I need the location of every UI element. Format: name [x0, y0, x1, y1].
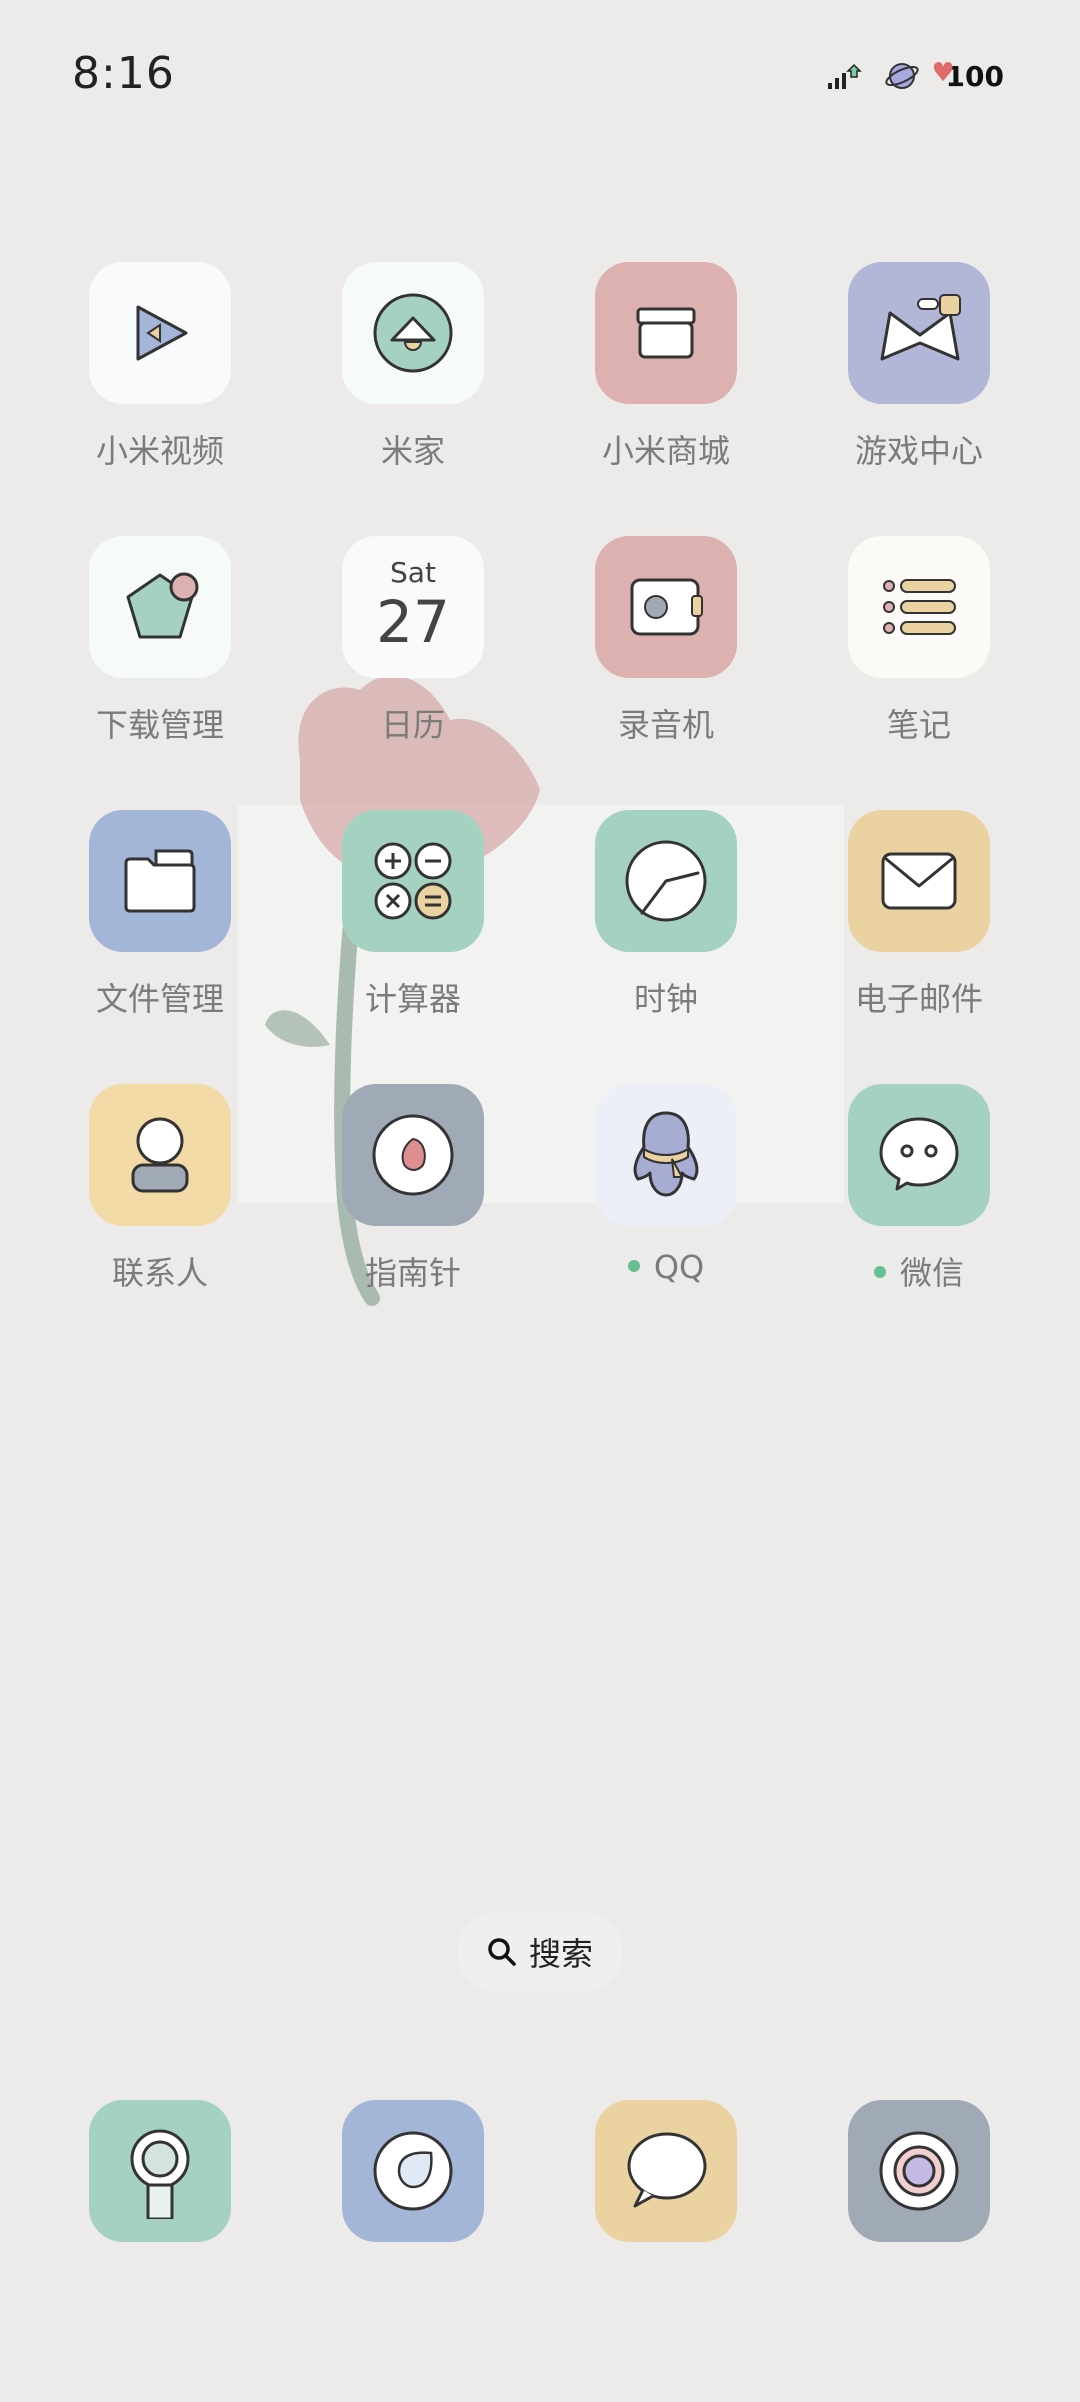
recorder-icon	[595, 536, 737, 678]
search-label: 搜索	[528, 1935, 593, 1973]
app-game-center[interactable]: 游戏中心	[819, 262, 1019, 502]
app-qq[interactable]: QQ	[566, 1084, 766, 1324]
app-xiaomi-store[interactable]: 小米商城	[566, 262, 766, 502]
compass-icon	[342, 1084, 484, 1226]
mail-icon	[848, 810, 990, 952]
game-icon	[848, 262, 990, 404]
phone-icon[interactable]	[89, 2100, 231, 2242]
app-contacts[interactable]: 联系人	[60, 1084, 260, 1324]
app-file-manager[interactable]: 文件管理	[60, 810, 260, 1050]
search-icon	[488, 1938, 516, 1966]
app-wechat[interactable]: 微信	[819, 1084, 1019, 1324]
play-icon	[89, 262, 231, 404]
dock	[0, 2100, 1080, 2250]
download-pentagon-icon	[89, 536, 231, 678]
wechat-icon	[848, 1084, 990, 1226]
app-label: 录音机	[617, 706, 714, 744]
calendar-icon: Sat 27	[342, 536, 484, 678]
app-label: QQ	[566, 1248, 766, 1286]
app-label-text: QQ	[653, 1248, 705, 1286]
clock-icon	[595, 810, 737, 952]
app-mijia[interactable]: 米家	[313, 262, 513, 502]
app-download-manager[interactable]: 下载管理	[60, 536, 260, 776]
browser-icon[interactable]	[342, 2100, 484, 2242]
app-label: 计算器	[364, 980, 461, 1018]
notification-dot	[873, 1266, 886, 1278]
app-calendar[interactable]: Sat 27 日历	[313, 536, 513, 776]
app-clock[interactable]: 时钟	[566, 810, 766, 1050]
notification-dot	[627, 1260, 640, 1272]
app-label: 小米商城	[601, 432, 730, 470]
camera-icon[interactable]	[848, 2100, 990, 2242]
app-calculator[interactable]: 计算器	[313, 810, 513, 1050]
app-notes[interactable]: 笔记	[819, 536, 1019, 776]
app-label: 日历	[380, 706, 445, 744]
app-label: 文件管理	[95, 980, 224, 1018]
notes-icon	[848, 536, 990, 678]
calendar-date: 27	[376, 588, 450, 656]
app-label: 下载管理	[95, 706, 224, 744]
calendar-day: Sat	[390, 556, 436, 589]
app-label: 米家	[380, 432, 445, 470]
app-label: 小米视频	[95, 432, 224, 470]
app-label-text: 微信	[899, 1254, 964, 1292]
app-grid: 小米视频 米家 小米商城 游戏中心 下载管理 Sat 27 日历 录音机 笔记 …	[0, 0, 1080, 1300]
store-box-icon	[595, 262, 737, 404]
app-recorder[interactable]: 录音机	[566, 536, 766, 776]
app-label: 联系人	[111, 1254, 208, 1292]
qq-penguin-icon	[595, 1084, 737, 1226]
app-label: 微信	[819, 1248, 1019, 1294]
app-compass[interactable]: 指南针	[313, 1084, 513, 1324]
app-label: 电子邮件	[854, 980, 983, 1018]
messages-icon[interactable]	[595, 2100, 737, 2242]
home-lamp-icon	[342, 262, 484, 404]
app-label: 游戏中心	[854, 432, 983, 470]
app-email[interactable]: 电子邮件	[819, 810, 1019, 1050]
folder-icon	[89, 810, 231, 952]
contact-icon	[89, 1084, 231, 1226]
app-label: 时钟	[633, 980, 698, 1018]
search-button[interactable]: 搜索	[457, 1912, 623, 1992]
app-label: 笔记	[886, 706, 951, 744]
calculator-icon	[342, 810, 484, 952]
app-xiaomi-video[interactable]: 小米视频	[60, 262, 260, 502]
app-label: 指南针	[364, 1254, 461, 1292]
